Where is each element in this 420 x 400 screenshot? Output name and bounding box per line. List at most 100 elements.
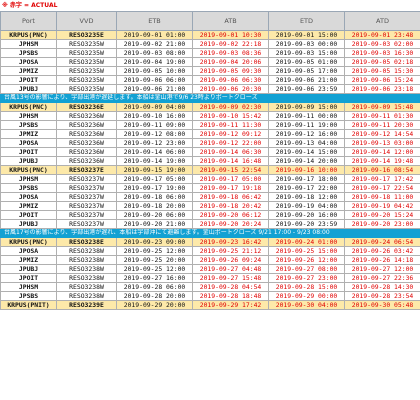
cell-atb: 2019-09-06 06:30	[192, 75, 269, 85]
cell-port: KRPUS(PNC)	[0, 237, 57, 247]
cell-etd: 2019-09-14 15:00	[268, 147, 345, 157]
cell-atb: 2019-09-04 20:06	[192, 57, 269, 67]
column-header-port: Port	[0, 11, 57, 31]
cell-atb: 2019-09-02 22:18	[192, 39, 269, 49]
cell-atd: 2019-09-06 23:18	[344, 84, 420, 94]
cell-etd: 2019-09-01 15:00	[268, 30, 345, 40]
cell-vvd: RESO3236W	[56, 111, 117, 121]
cell-port: JPHSM	[0, 174, 57, 184]
cell-etb: 2019-09-17 05:00	[116, 174, 193, 184]
cell-vvd: RESO3238W	[56, 273, 117, 283]
cell-etd: 2019-09-11 19:00	[268, 120, 345, 130]
cell-port: KRPUS(PNIT)	[0, 300, 57, 310]
cell-vvd: RESO3237W	[56, 192, 117, 202]
cell-etb: 2019-09-23 09:00	[116, 237, 193, 247]
cell-port: KRPUS(PNC)	[0, 165, 57, 175]
cell-port: JPMIZ	[0, 129, 57, 139]
cell-vvd: RESO3237E	[56, 165, 117, 175]
cell-vvd: RESO3237W	[56, 201, 117, 211]
table-row: JPOIT RESO3236W 2019-09-14 06:00 2019-09-14…	[0, 147, 420, 157]
cell-etb: 2019-09-14 19:00	[116, 156, 193, 166]
column-header-vvd: VVD	[56, 11, 117, 31]
cell-atd: 2019-09-28 14:30	[344, 282, 420, 292]
cell-atb: 2019-09-17 19:18	[192, 183, 269, 193]
cell-atd: 2019-09-17 17:42	[344, 174, 420, 184]
cell-etb: 2019-09-11 09:00	[116, 120, 193, 130]
cell-etd: 2019-09-27 23:00	[268, 273, 345, 283]
table-row: JPUBJ RESO3238W 2019-09-25 12:00 2019-09-27…	[0, 264, 420, 274]
cell-atd: 2019-09-20 23:00	[344, 219, 420, 229]
cell-port: JPUBJ	[0, 264, 57, 274]
table-row: KRPUS(PNC) RESO3236E 2019-09-09 04:00 2019-…	[0, 102, 420, 112]
table-row: JPHSM RESO3237W 2019-09-17 05:00 2019-09-17…	[0, 174, 420, 184]
cell-port: JPOSA	[0, 138, 57, 148]
cell-atb: 2019-09-28 04:54	[192, 282, 269, 292]
cell-vvd: RESO3236W	[56, 129, 117, 139]
cell-vvd: RESO3238W	[56, 291, 117, 301]
table-row: JPHSM RESO3238W 2019-09-28 06:00 2019-09-28…	[0, 282, 420, 292]
table-row: JPMIZ RESO3236W 2019-09-12 08:00 2019-09-12…	[0, 129, 420, 139]
cell-atb: 2019-09-18 06:42	[192, 192, 269, 202]
cell-atd: 2019-09-30 05:48	[344, 300, 420, 310]
table-row: JPUBJ RESO3235W 2019-09-06 21:00 2019-09-06…	[0, 84, 420, 94]
cell-atb: 2019-09-18 20:42	[192, 201, 269, 211]
notice-row: 台風13号の影響により、宇部出港が遅延します。本船は釜山港で9/6 23時よりポ…	[0, 93, 420, 103]
schedule-body: KRPUS(PNC) RESO3235E 2019-09-01 01:00 2019-…	[0, 30, 420, 310]
cell-port: KRPUS(PNC)	[0, 102, 57, 112]
cell-etd: 2019-09-05 17:00	[268, 66, 345, 76]
cell-vvd: RESO3235W	[56, 75, 117, 85]
cell-atb: 2019-09-15 22:54	[192, 165, 269, 175]
notice-row: 台風17号の影響により、宇部出港が遅れ、本船は宇部沖にて避難します。釜山ポートク…	[0, 228, 420, 238]
column-header-atb: ATB	[192, 11, 269, 31]
vessel-schedule-table: Port VVD ETB ATB ETD ATD KRPUS(PNC) RESO3…	[0, 11, 420, 310]
cell-etd: 2019-09-06 23:59	[268, 84, 345, 94]
cell-etb: 2019-09-04 19:00	[116, 57, 193, 67]
table-header-row: Port VVD ETB ATB ETD ATD	[0, 11, 420, 31]
cell-atd: 2019-09-12 14:54	[344, 129, 420, 139]
cell-atd: 2019-09-14 19:48	[344, 156, 420, 166]
cell-atd: 2019-09-16 08:54	[344, 165, 420, 175]
cell-etd: 2019-09-24 01:00	[268, 237, 345, 247]
cell-port: JPOIT	[0, 75, 57, 85]
column-header-atd: ATD	[344, 11, 420, 31]
cell-atd: 2019-09-20 15:24	[344, 210, 420, 220]
cell-atb: 2019-09-11 11:30	[192, 120, 269, 130]
cell-etd: 2019-09-16 10:00	[268, 165, 345, 175]
cell-atb: 2019-09-12 09:12	[192, 129, 269, 139]
cell-etb: 2019-09-20 21:00	[116, 219, 193, 229]
cell-atd: 2019-09-05 02:18	[344, 57, 420, 67]
cell-etd: 2019-09-05 01:00	[268, 57, 345, 67]
cell-port: JPMIZ	[0, 66, 57, 76]
cell-atb: 2019-09-10 15:42	[192, 111, 269, 121]
cell-vvd: RESO3238W	[56, 246, 117, 256]
cell-atb: 2019-09-17 05:00	[192, 174, 269, 184]
cell-etd: 2019-09-19 04:00	[268, 201, 345, 211]
cell-vvd: RESO3237W	[56, 183, 117, 193]
cell-etb: 2019-09-17 19:00	[116, 183, 193, 193]
table-row: JPOSA RESO3236W 2019-09-12 23:00 2019-09-12…	[0, 138, 420, 148]
cell-atd: 2019-09-14 12:00	[344, 147, 420, 157]
table-row: KRPUS(PNC) RESO3238E 2019-09-23 09:00 2019-…	[0, 237, 420, 247]
cell-etb: 2019-09-27 16:00	[116, 273, 193, 283]
column-header-etd: ETD	[268, 11, 345, 31]
cell-etb: 2019-09-09 04:00	[116, 102, 193, 112]
cell-atb: 2019-09-03 08:36	[192, 48, 269, 58]
table-row: JPOSA RESO3237W 2019-09-18 06:00 2019-09-18…	[0, 192, 420, 202]
cell-etb: 2019-09-05 10:00	[116, 66, 193, 76]
cell-etb: 2019-09-20 06:00	[116, 210, 193, 220]
table-row: JPOSA RESO3235W 2019-09-04 19:00 2019-09-04…	[0, 57, 420, 67]
cell-etb: 2019-09-25 12:00	[116, 264, 193, 274]
cell-etd: 2019-09-20 16:00	[268, 210, 345, 220]
cell-port: JPHSM	[0, 39, 57, 49]
cell-atb: 2019-09-01 10:30	[192, 30, 269, 40]
cell-vvd: RESO3236W	[56, 138, 117, 148]
cell-atb: 2019-09-20 06:12	[192, 210, 269, 220]
cell-etd: 2019-09-26 12:00	[268, 255, 345, 265]
cell-port: JPHSM	[0, 282, 57, 292]
cell-atb: 2019-09-20 20:24	[192, 219, 269, 229]
cell-atd: 2019-09-28 23:54	[344, 291, 420, 301]
cell-etb: 2019-09-12 23:00	[116, 138, 193, 148]
cell-port: KRPUS(PNC)	[0, 30, 57, 40]
cell-etb: 2019-09-28 06:00	[116, 282, 193, 292]
cell-etd: 2019-09-17 18:00	[268, 174, 345, 184]
